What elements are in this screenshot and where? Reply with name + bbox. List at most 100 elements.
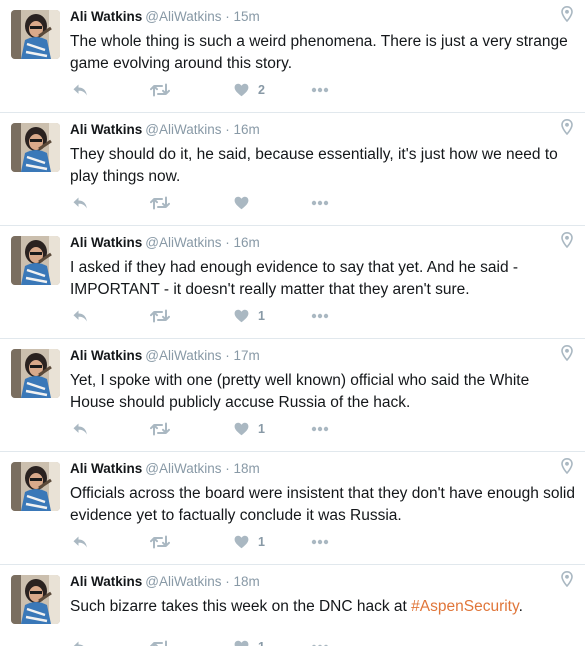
retweet-button[interactable] bbox=[150, 193, 170, 213]
avatar[interactable] bbox=[11, 123, 60, 172]
map-pin-icon[interactable] bbox=[561, 5, 573, 23]
tweet-timestamp[interactable]: 16m bbox=[234, 122, 260, 137]
tweet[interactable]: Ali Watkins @AliWatkins · 17m Yet, I spok… bbox=[0, 339, 585, 452]
more-dots-icon bbox=[311, 539, 329, 545]
tweet-header: Ali Watkins @AliWatkins · 18m bbox=[70, 461, 260, 476]
separator-dot: · bbox=[225, 235, 230, 250]
retweet-button[interactable] bbox=[150, 80, 170, 100]
tweet[interactable]: Ali Watkins @AliWatkins · 15m The whole t… bbox=[0, 0, 585, 113]
tweet-timestamp[interactable]: 18m bbox=[234, 574, 260, 589]
reply-button[interactable] bbox=[72, 532, 88, 552]
hashtag-link[interactable]: #AspenSecurity bbox=[411, 598, 518, 615]
retweet-button[interactable] bbox=[150, 637, 170, 646]
retweet-icon bbox=[150, 309, 170, 323]
tweet-header: Ali Watkins @AliWatkins · 15m bbox=[70, 9, 260, 24]
reply-button[interactable] bbox=[72, 419, 88, 439]
tweet-header: Ali Watkins @AliWatkins · 16m bbox=[70, 122, 260, 137]
more-options-button[interactable] bbox=[311, 193, 329, 213]
tweet-text: I asked if they had enough evidence to s… bbox=[70, 257, 575, 301]
retweet-button[interactable] bbox=[150, 532, 170, 552]
like-button[interactable]: 1 bbox=[234, 532, 265, 552]
more-options-button[interactable] bbox=[311, 306, 329, 326]
reply-button[interactable] bbox=[72, 80, 88, 100]
tweet-text: They should do it, he said, because esse… bbox=[70, 144, 575, 188]
tweet-text-body: The whole thing is such a weird phenomen… bbox=[70, 33, 568, 72]
retweet-icon bbox=[150, 196, 170, 210]
reply-arrow-icon bbox=[73, 310, 87, 322]
tweet-actions: 1 bbox=[70, 532, 340, 552]
tweet-timestamp[interactable]: 15m bbox=[234, 9, 260, 24]
author-name[interactable]: Ali Watkins bbox=[70, 122, 142, 137]
like-button[interactable]: 2 bbox=[234, 80, 265, 100]
avatar[interactable] bbox=[11, 575, 60, 624]
avatar[interactable] bbox=[11, 349, 60, 398]
author-handle[interactable]: @AliWatkins bbox=[145, 574, 221, 589]
like-button[interactable] bbox=[234, 193, 258, 213]
tweet-header: Ali Watkins @AliWatkins · 17m bbox=[70, 348, 260, 363]
author-handle[interactable]: @AliWatkins bbox=[145, 235, 221, 250]
separator-dot: · bbox=[225, 348, 230, 363]
reply-arrow-icon bbox=[73, 641, 84, 646]
like-count: 1 bbox=[258, 309, 265, 323]
tweet-text-body: They should do it, he said, because esse… bbox=[70, 146, 558, 185]
tweet[interactable]: Ali Watkins @AliWatkins · 16m They should… bbox=[0, 113, 585, 226]
tweet-text-tail: . bbox=[518, 598, 523, 615]
reply-button[interactable] bbox=[72, 306, 88, 326]
retweet-icon bbox=[150, 83, 170, 97]
separator-dot: · bbox=[225, 122, 230, 137]
tweet[interactable]: Ali Watkins @AliWatkins · 18m Such bizarr… bbox=[0, 565, 585, 646]
like-count: 2 bbox=[258, 83, 265, 97]
retweet-button[interactable] bbox=[150, 419, 170, 439]
heart-icon bbox=[234, 422, 249, 436]
more-dots-icon bbox=[311, 87, 329, 93]
retweet-icon bbox=[150, 640, 167, 646]
tweet-text: Officials across the board were insisten… bbox=[70, 483, 575, 527]
more-options-button[interactable] bbox=[311, 637, 329, 646]
map-pin-icon[interactable] bbox=[561, 118, 573, 136]
more-options-button[interactable] bbox=[311, 532, 329, 552]
author-name[interactable]: Ali Watkins bbox=[70, 235, 142, 250]
map-pin-icon[interactable] bbox=[561, 570, 573, 588]
like-button[interactable]: 1 bbox=[234, 306, 265, 326]
retweet-button[interactable] bbox=[150, 306, 170, 326]
tweet[interactable]: Ali Watkins @AliWatkins · 18m Officials a… bbox=[0, 452, 585, 565]
tweet-text-body: Such bizarre takes this week on the DNC … bbox=[70, 598, 412, 615]
reply-arrow-icon bbox=[73, 423, 87, 435]
heart-icon bbox=[234, 196, 249, 210]
author-handle[interactable]: @AliWatkins bbox=[145, 9, 221, 24]
avatar[interactable] bbox=[11, 462, 60, 511]
author-name[interactable]: Ali Watkins bbox=[70, 461, 142, 476]
map-pin-icon[interactable] bbox=[561, 344, 573, 362]
avatar[interactable] bbox=[11, 10, 60, 59]
avatar[interactable] bbox=[11, 236, 60, 285]
author-name[interactable]: Ali Watkins bbox=[70, 9, 142, 24]
reply-button[interactable] bbox=[72, 637, 88, 646]
more-dots-icon bbox=[311, 313, 329, 319]
author-handle[interactable]: @AliWatkins bbox=[145, 461, 221, 476]
author-name[interactable]: Ali Watkins bbox=[70, 574, 142, 589]
author-handle[interactable]: @AliWatkins bbox=[145, 122, 221, 137]
tweet-timestamp[interactable]: 16m bbox=[234, 235, 260, 250]
reply-arrow-icon bbox=[73, 84, 87, 96]
map-pin-icon[interactable] bbox=[561, 231, 573, 249]
retweet-icon bbox=[150, 422, 170, 436]
separator-dot: · bbox=[225, 9, 230, 24]
tweet-actions: 1 bbox=[70, 637, 340, 646]
tweet[interactable]: Ali Watkins @AliWatkins · 16m I asked if … bbox=[0, 226, 585, 339]
tweet-text-body: Officials across the board were insisten… bbox=[70, 485, 575, 524]
reply-button[interactable] bbox=[72, 193, 88, 213]
tweet-timestamp[interactable]: 18m bbox=[234, 461, 260, 476]
author-name[interactable]: Ali Watkins bbox=[70, 348, 142, 363]
tweet-text: Such bizarre takes this week on the DNC … bbox=[70, 596, 575, 618]
more-options-button[interactable] bbox=[311, 419, 329, 439]
tweet-actions: 2 bbox=[70, 80, 340, 100]
heart-icon bbox=[234, 535, 249, 549]
author-handle[interactable]: @AliWatkins bbox=[145, 348, 221, 363]
more-options-button[interactable] bbox=[311, 80, 329, 100]
tweet-timestamp[interactable]: 17m bbox=[234, 348, 260, 363]
tweet-actions bbox=[70, 193, 340, 213]
like-button[interactable]: 1 bbox=[234, 637, 265, 646]
like-button[interactable]: 1 bbox=[234, 419, 265, 439]
map-pin-icon[interactable] bbox=[561, 457, 573, 475]
like-count: 1 bbox=[258, 535, 265, 549]
